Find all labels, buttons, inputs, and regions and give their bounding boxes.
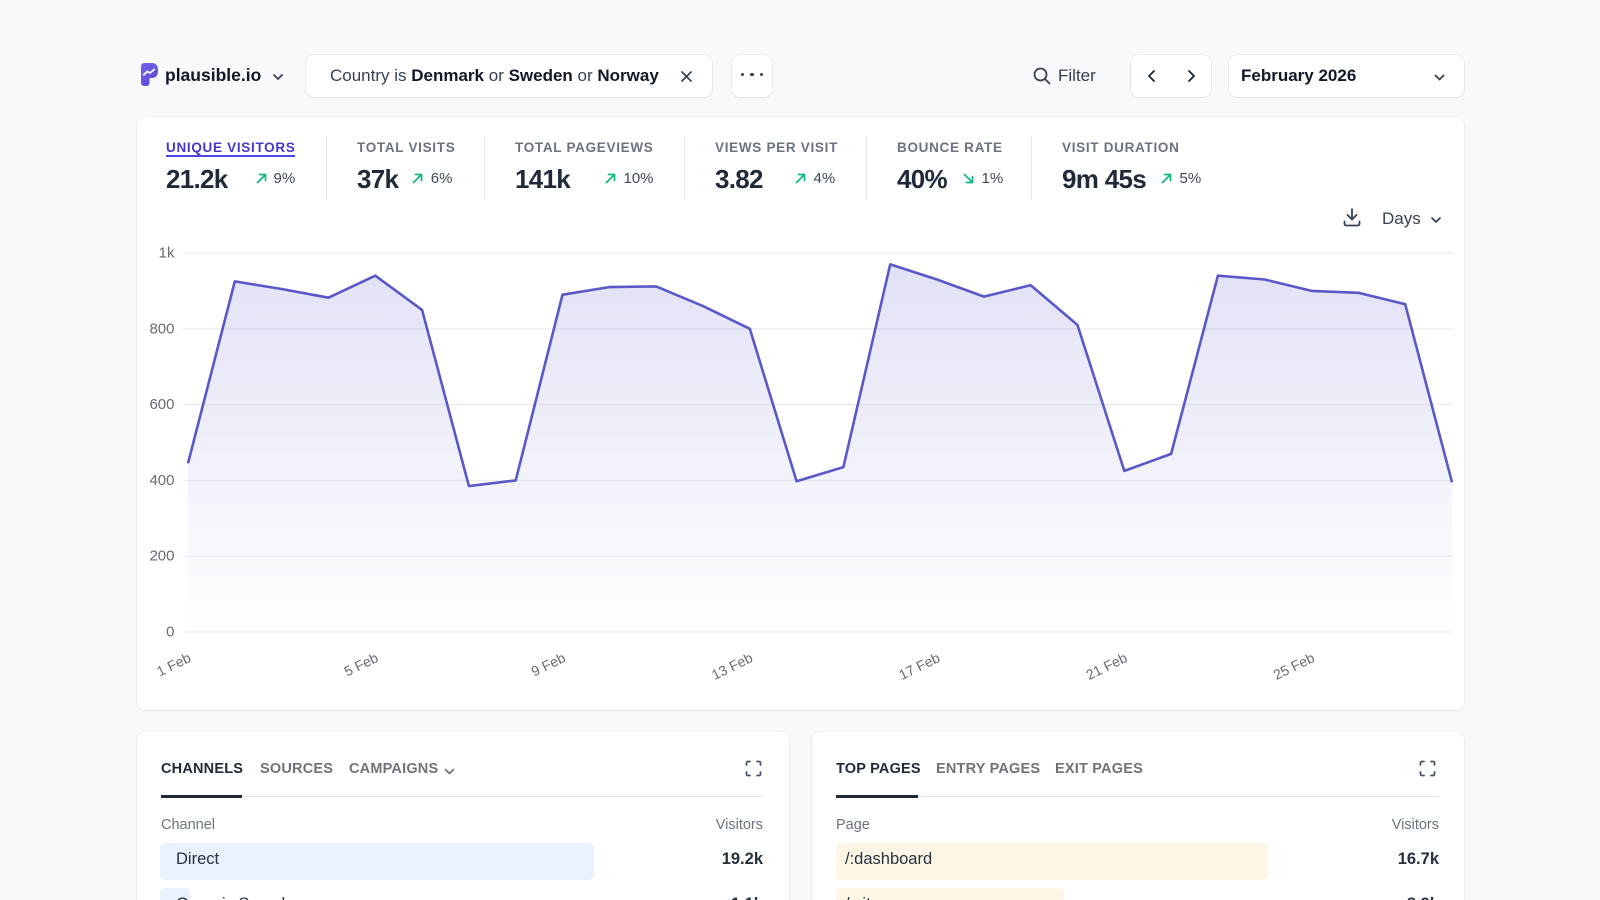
svg-text:200: 200 (149, 548, 174, 565)
svg-text:800: 800 (149, 320, 174, 337)
svg-text:5 Feb: 5 Feb (341, 649, 380, 679)
svg-text:17 Feb: 17 Feb (896, 649, 942, 683)
svg-text:0: 0 (166, 624, 174, 641)
svg-text:13 Feb: 13 Feb (709, 649, 755, 683)
svg-text:9 Feb: 9 Feb (529, 649, 568, 679)
svg-text:1k: 1k (159, 245, 175, 262)
svg-text:25 Feb: 25 Feb (1271, 649, 1317, 683)
svg-text:1 Feb: 1 Feb (154, 649, 193, 679)
svg-text:600: 600 (149, 396, 174, 413)
svg-text:400: 400 (149, 472, 174, 489)
svg-text:21 Feb: 21 Feb (1083, 649, 1129, 683)
